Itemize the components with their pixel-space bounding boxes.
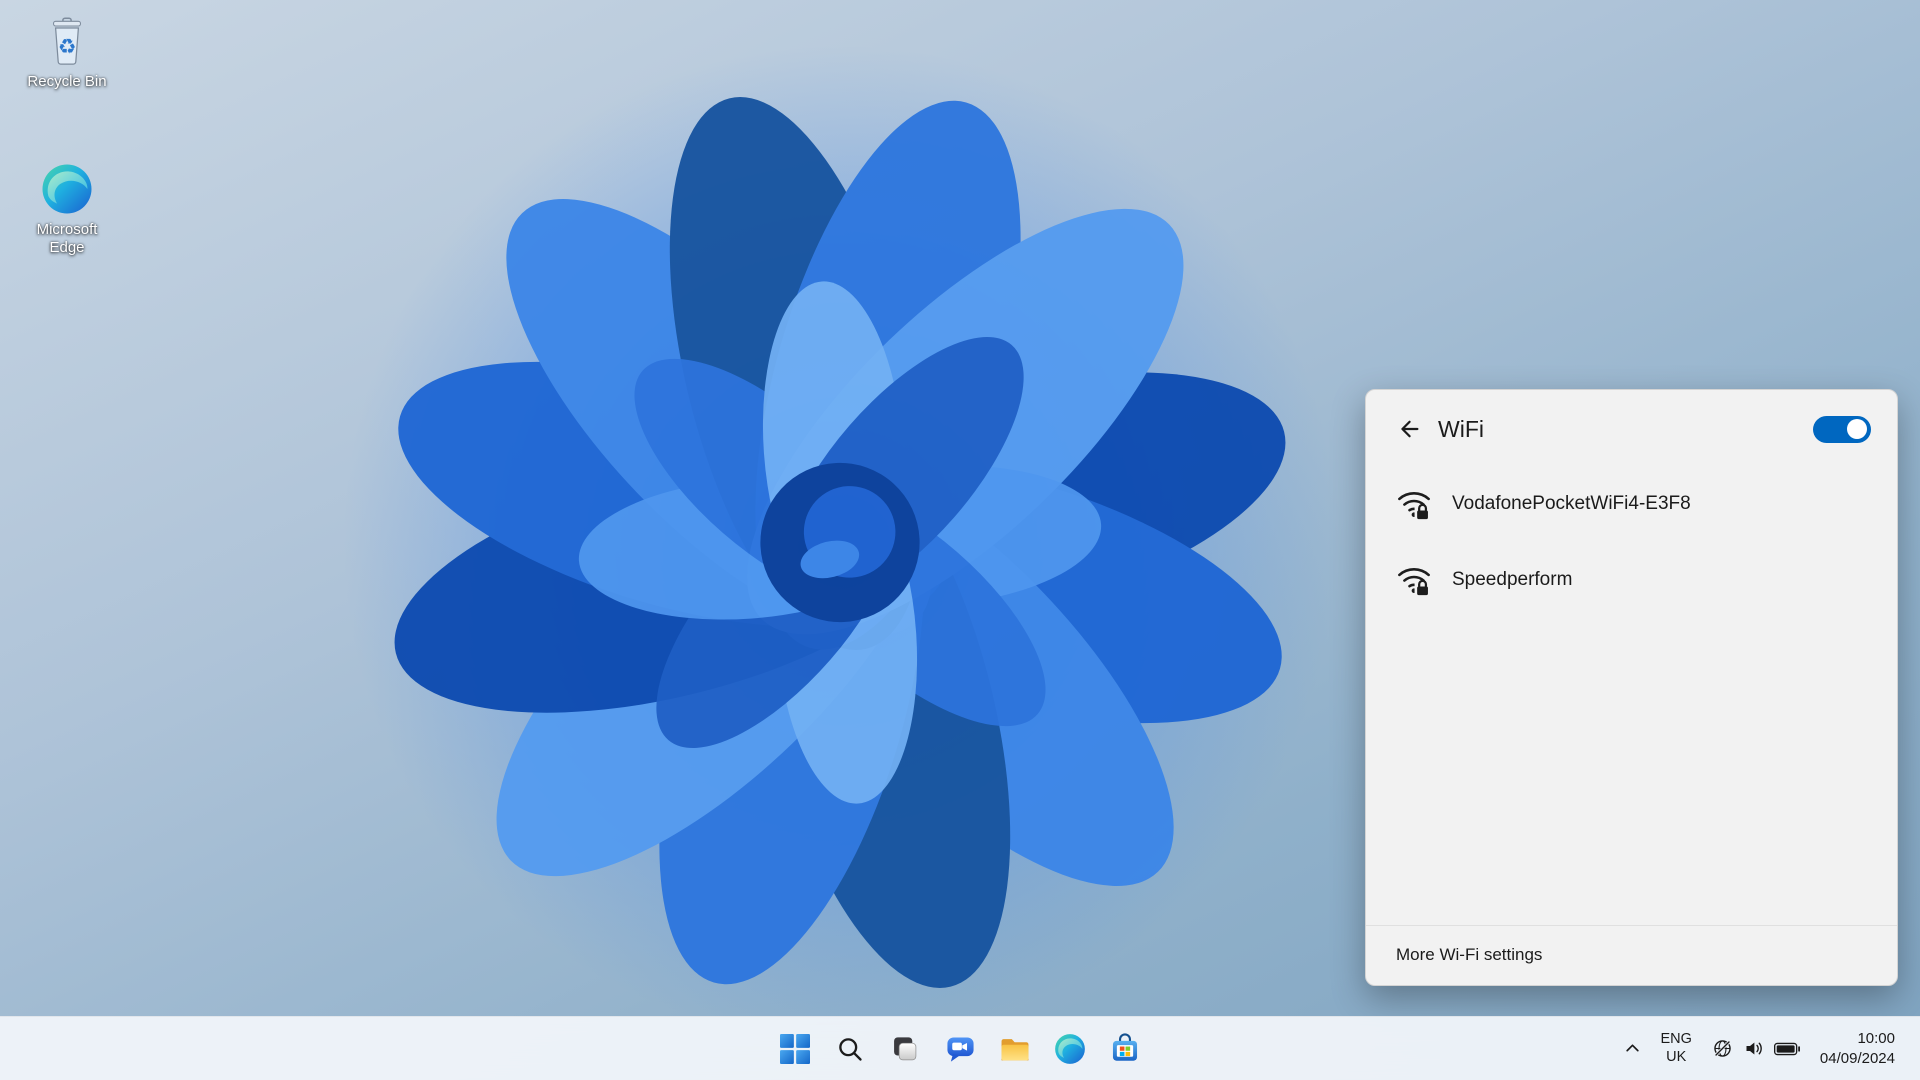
wifi-network-name: VodafonePocketWiFi4-E3F8 xyxy=(1452,493,1691,514)
chat-button[interactable] xyxy=(937,1026,983,1072)
tray-chevron-button[interactable] xyxy=(1615,1025,1650,1073)
desktop-wallpaper xyxy=(342,44,1338,1041)
edge-icon xyxy=(38,160,96,218)
wifi-network-item[interactable]: VodafonePocketWiFi4-E3F8 xyxy=(1396,486,1869,522)
more-wifi-settings-link[interactable]: More Wi-Fi settings xyxy=(1366,925,1897,985)
back-arrow-icon xyxy=(1401,420,1419,438)
taskbar: ENG UK 10:00 04/09/2024 xyxy=(0,1016,1920,1080)
task-view-icon xyxy=(894,1036,917,1060)
clock-button[interactable]: 10:00 04/09/2024 xyxy=(1811,1025,1912,1073)
start-button[interactable] xyxy=(772,1026,818,1072)
no-internet-globe-icon xyxy=(1714,1040,1731,1057)
wifi-flyout-panel: WiFi VodafonePocketWiFi4-E3F8 Speedperfo… xyxy=(1365,389,1898,986)
chevron-up-icon xyxy=(1625,1044,1639,1052)
wifi-toggle-knob xyxy=(1847,419,1867,439)
tray-time: 10:00 xyxy=(1857,1029,1895,1047)
search-icon xyxy=(839,1037,862,1061)
windows-logo-icon xyxy=(780,1033,810,1064)
wifi-panel-header: WiFi xyxy=(1366,390,1897,460)
wifi-toggle[interactable] xyxy=(1813,415,1871,443)
network-volume-battery-button[interactable] xyxy=(1703,1025,1809,1073)
search-button[interactable] xyxy=(827,1026,873,1072)
wifi-network-list: VodafonePocketWiFi4-E3F8 Speedperform xyxy=(1366,460,1897,925)
recycle-bin-icon: ♻ xyxy=(38,12,96,70)
language-indicator[interactable]: ENG UK xyxy=(1652,1025,1701,1073)
wifi-network-name: Speedperform xyxy=(1452,569,1573,590)
edge-button[interactable] xyxy=(1047,1026,1093,1072)
system-tray: ENG UK 10:00 04/09/2024 xyxy=(1615,1017,1913,1080)
desktop-icon-label: Recycle Bin xyxy=(27,73,107,90)
desktop-icon-label: Microsoft Edge xyxy=(36,221,98,257)
task-view-button[interactable] xyxy=(882,1026,928,1072)
folder-icon xyxy=(1001,1038,1029,1060)
battery-icon xyxy=(1773,1042,1800,1055)
tray-date: 04/09/2024 xyxy=(1819,1049,1895,1067)
back-button[interactable] xyxy=(1392,412,1426,446)
wifi-network-item[interactable]: Speedperform xyxy=(1396,562,1869,598)
desktop-icon-recycle-bin[interactable]: ♻ Recycle Bin xyxy=(8,12,126,91)
wifi-secured-icon xyxy=(1396,562,1432,598)
taskbar-center-icons xyxy=(772,1017,1148,1080)
language-line2: UK xyxy=(1666,1048,1687,1065)
speaker-icon xyxy=(1746,1042,1762,1055)
file-explorer-button[interactable] xyxy=(992,1026,1038,1072)
store-button[interactable] xyxy=(1102,1026,1148,1072)
desktop-icon-microsoft-edge[interactable]: Microsoft Edge xyxy=(8,160,126,258)
wifi-panel-title: WiFi xyxy=(1438,415,1484,442)
wifi-secured-icon xyxy=(1396,486,1432,522)
store-bag-icon xyxy=(1112,1032,1138,1061)
svg-text:♻: ♻ xyxy=(58,34,77,58)
chat-bubble-icon xyxy=(946,1037,974,1062)
edge-icon xyxy=(1055,1033,1085,1064)
language-line1: ENG xyxy=(1660,1031,1692,1048)
